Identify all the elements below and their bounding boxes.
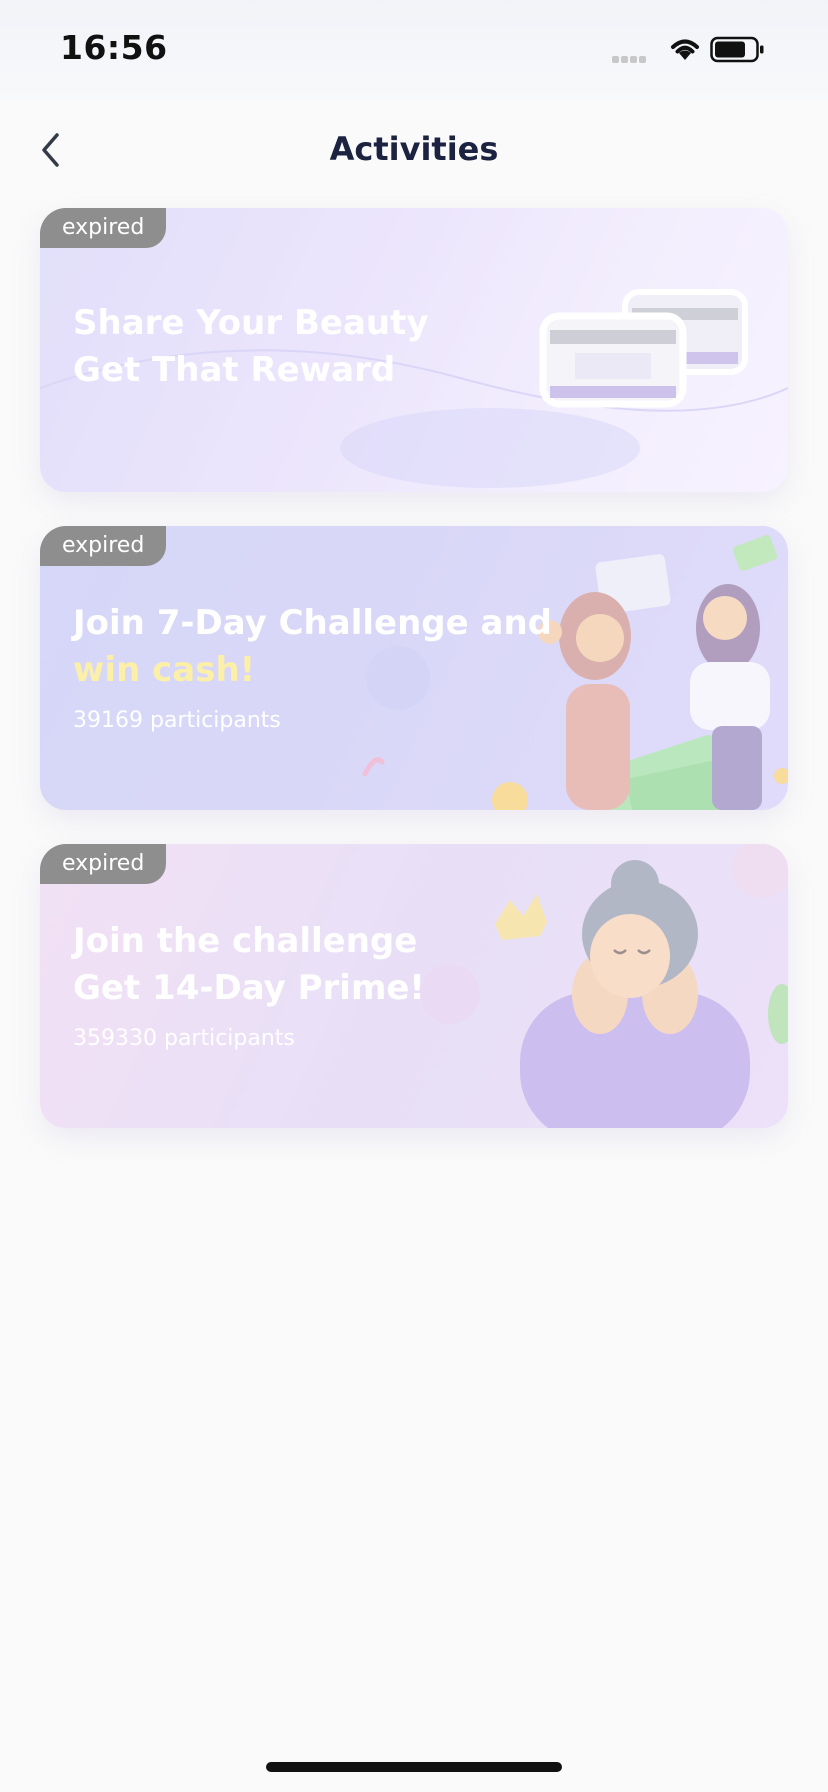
- page-title: Activities: [329, 130, 499, 168]
- expired-badge: expired: [40, 526, 167, 566]
- battery-icon: [710, 36, 764, 63]
- card-title-line-1: Share Your Beauty: [73, 303, 429, 343]
- card-title: Join 7-Day Challenge and win cash! 39169…: [73, 600, 552, 733]
- status-bar: 16:56: [0, 0, 828, 100]
- status-icons: [612, 34, 792, 66]
- activity-card-7-day-challenge[interactable]: expired Join 7-Day Challenge and win cas…: [40, 526, 788, 810]
- wifi-icon: [671, 39, 699, 60]
- activity-card-share-beauty[interactable]: expired Share Your Beauty Get That Rewar…: [40, 208, 788, 492]
- expired-badge: expired: [40, 844, 167, 884]
- home-indicator[interactable]: [266, 1762, 562, 1772]
- status-time: 16:56: [60, 28, 168, 67]
- signal-icon: [612, 48, 648, 67]
- card-title-highlight: win cash!: [73, 650, 256, 690]
- card-title: Share Your Beauty Get That Reward: [73, 300, 429, 394]
- card-title: Join the challenge Get 14-Day Prime! 359…: [73, 918, 425, 1051]
- activity-list: expired Share Your Beauty Get That Rewar…: [40, 208, 788, 1162]
- card-title-line-1: Join 7-Day Challenge and: [73, 603, 552, 643]
- card-title-line-2: Get That Reward: [73, 350, 396, 390]
- expired-badge: expired: [40, 208, 167, 248]
- participants-count: 359330 participants: [73, 1026, 295, 1051]
- navigation-bar: Activities: [0, 100, 828, 204]
- participants-count: 39169 participants: [73, 708, 281, 733]
- card-title-line-1: Join the challenge: [73, 921, 418, 961]
- card-title-line-2: Get 14-Day Prime!: [73, 968, 425, 1008]
- activity-card-14-day-prime[interactable]: expired Join the challenge Get 14-Day Pr…: [40, 844, 788, 1128]
